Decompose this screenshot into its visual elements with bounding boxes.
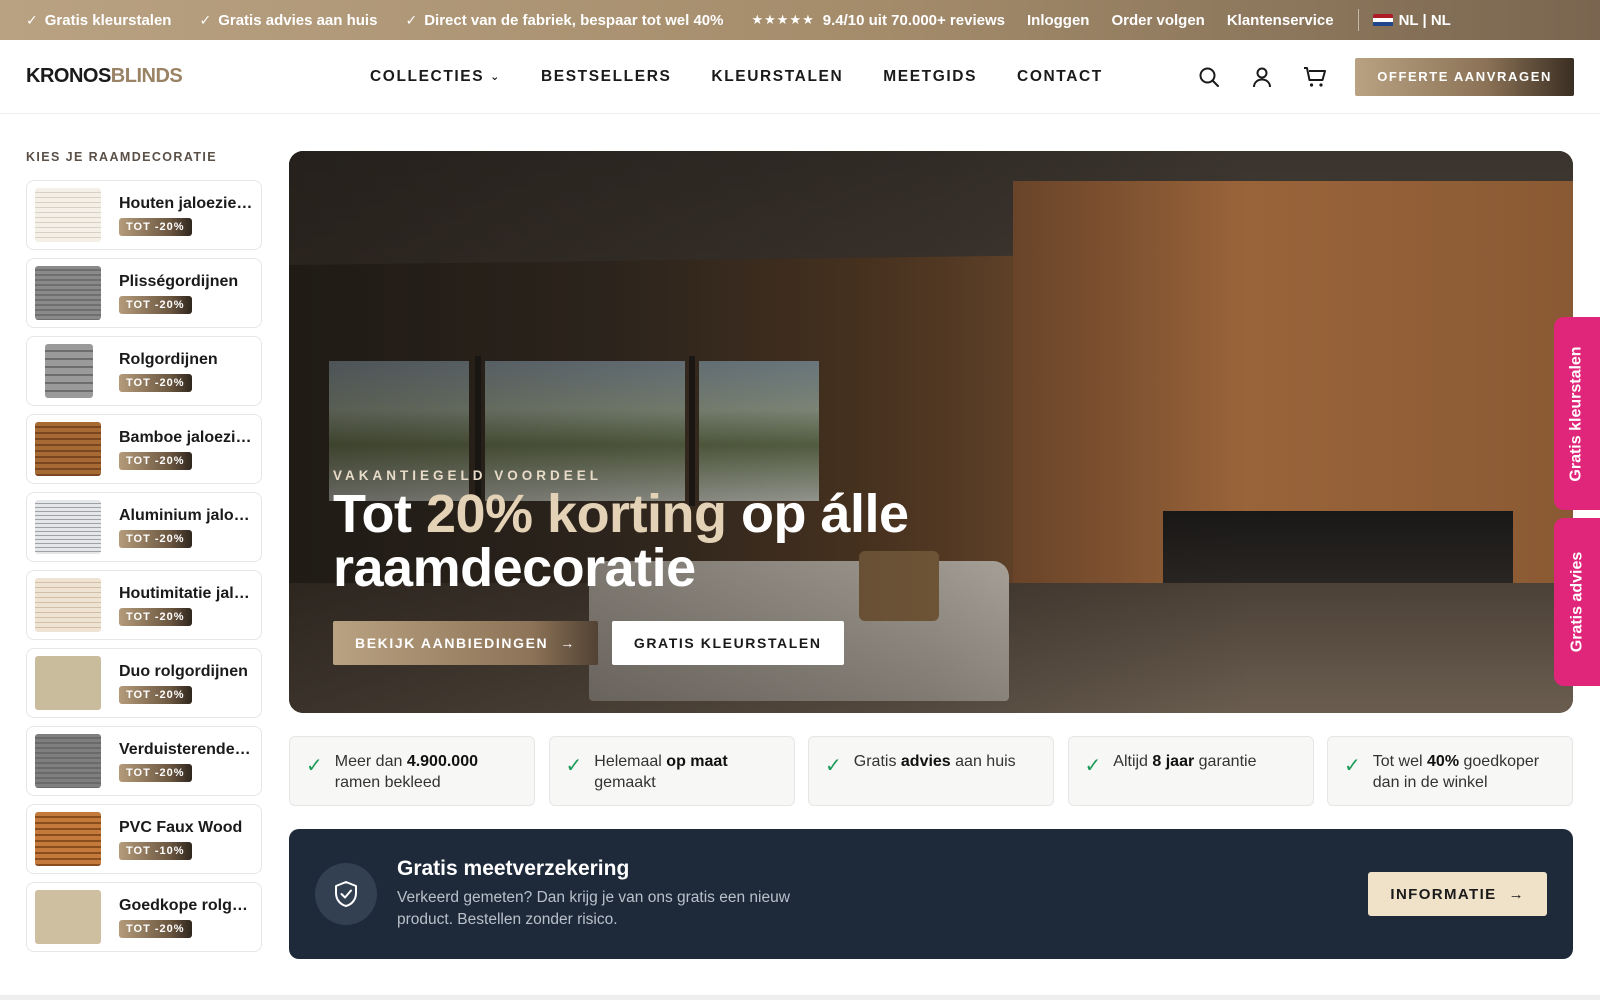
measure-title: Gratis meetverzekering [397, 857, 630, 880]
sidebar-item-houten-jaloezieen[interactable]: Houten jaloezieën TOT -20% [26, 180, 262, 250]
check-icon: ✓ [1344, 755, 1361, 777]
check-icon: ✓ [565, 755, 583, 777]
stars-icon: ★★★★★ [751, 12, 815, 27]
discount-badge: TOT -10% [119, 841, 192, 860]
language-label: NL | NL [1398, 11, 1451, 29]
hero-buttons: BEKIJK AANBIEDINGEN → GRATIS KLEURSTALEN [333, 621, 1053, 665]
discount-badge: TOT -20% [119, 919, 192, 938]
announcement-bar: ✓ Gratis kleurstalen ✓ Gratis advies aan h… [0, 0, 1600, 40]
product-thumbnail [35, 734, 101, 788]
logo[interactable]: KRONOSBLINDS [26, 65, 316, 88]
measure-description: Verkeerd gemeten? Dan krijg je van ons g… [397, 889, 790, 928]
shield-check-icon [315, 863, 377, 925]
check-icon: ✓ [405, 11, 418, 28]
product-thumbnail [35, 188, 101, 242]
hero-title: Tot 20% korting op álle raamdecoratie [333, 484, 909, 598]
arrow-right-icon: → [560, 635, 576, 651]
usp-card-advice: ✓ Gratis advies aan huis [808, 736, 1054, 806]
top-usp-factory: ✓ Direct van de fabriek, bespaar tot wel … [405, 11, 724, 29]
sidebar-item-houtimitatie-jaloezieen[interactable]: Houtimitatie jaloezieënTOT -20% [26, 570, 262, 640]
view-offers-button[interactable]: BEKIJK AANBIEDINGEN → [333, 621, 598, 665]
discount-badge: TOT -20% [119, 451, 192, 470]
top-usp-samples: ✓ Gratis kleurstalen [26, 11, 172, 29]
rating-text: 9.4/10 uit 70.000+ reviews [822, 11, 1005, 29]
discount-badge: TOT -20% [119, 763, 192, 782]
nl-flag-icon [1372, 13, 1393, 27]
sidebar-item-rolgordijnen[interactable]: Rolgordijnen TOT -20% [26, 336, 262, 406]
measure-insurance-banner: Gratis meetverzekering Verkeerd gemeten?… [289, 829, 1573, 959]
search-icon[interactable] [1196, 64, 1222, 90]
check-icon: ✓ [306, 755, 323, 777]
check-icon: ✓ [825, 755, 842, 777]
usp-card-cheaper: ✓ Tot wel 40% goedkoper dan in de winkel [1327, 736, 1573, 806]
hero-banner: VAKANTIEGELD VOORDEEL Tot 20% korting op… [289, 151, 1573, 713]
product-thumbnail [35, 890, 101, 944]
discount-badge: TOT -20% [119, 217, 192, 236]
top-usp-advice: ✓ Gratis advies aan huis [199, 11, 378, 29]
language-selector[interactable]: NL | NL [1372, 11, 1451, 29]
sidebar-item-aluminium-jaloezieen[interactable]: Aluminium jaloezieënTOT -20% [26, 492, 262, 562]
product-thumbnail [35, 812, 101, 866]
usp-card-warranty: ✓ Altijd 8 jaar garantie [1067, 736, 1314, 806]
nav-meetgids[interactable]: MEETGIDS [883, 68, 977, 86]
order-tracking-link[interactable]: Order volgen [1111, 12, 1204, 29]
sidebar-item-plissegordijnen[interactable]: Plisségordijnen TOT -20% [26, 258, 262, 328]
discount-badge: TOT -20% [119, 529, 192, 548]
nav-collecties[interactable]: COLLECTIES ⌄ [370, 68, 501, 86]
check-icon: ✓ [1084, 755, 1102, 777]
usp-card-windows: ✓ Meer dan 4.900.000 ramen bekleed [289, 736, 535, 806]
nav-contact[interactable]: CONTACT [1017, 68, 1103, 86]
sidebar-item-goedkope-rolgordijnen[interactable]: Goedkope rolgordijnenTOT -20% [26, 882, 262, 952]
hero-content: VAKANTIEGELD VOORDEEL Tot 20% korting op… [333, 468, 1053, 665]
category-sidebar: KIES JE RAAMDECORATIE Houten jaloezieën T… [26, 150, 262, 960]
login-link[interactable]: Inloggen [1027, 12, 1090, 29]
free-samples-tab[interactable]: Gratis kleurstalen [1554, 317, 1600, 510]
usp-row: ✓ Meer dan 4.900.000 ramen bekleed ✓ Helem… [289, 736, 1573, 806]
product-thumbnail [45, 344, 93, 398]
nav-kleurstalen[interactable]: KLEURSTALEN [711, 68, 843, 86]
product-thumbnail [35, 578, 101, 632]
discount-badge: TOT -20% [119, 607, 192, 626]
page-divider [0, 995, 1600, 1000]
discount-badge: TOT -20% [119, 295, 192, 314]
usp-card-custom: ✓ Helemaal op maat gemaakt [548, 736, 795, 806]
header-actions: OFFERTE AANVRAGEN [1196, 57, 1574, 96]
sidebar-item-pvc-faux-wood[interactable]: PVC Faux Wood TOT -10% [26, 804, 262, 874]
request-quote-button[interactable]: OFFERTE AANVRAGEN [1355, 57, 1574, 96]
sidebar-title: KIES JE RAAMDECORATIE [26, 150, 217, 164]
product-thumbnail [35, 656, 101, 710]
product-thumbnail [35, 422, 101, 476]
discount-badge: TOT -20% [119, 373, 192, 392]
check-icon: ✓ [199, 11, 212, 28]
chevron-down-icon: ⌄ [490, 71, 501, 83]
information-button[interactable]: INFORMATIE → [1368, 872, 1547, 916]
product-thumbnail [35, 266, 101, 320]
measure-text: Gratis meetverzekering Verkeerd gemeten?… [397, 857, 837, 931]
customer-service-link[interactable]: Klantenservice [1227, 12, 1334, 29]
reviews-rating[interactable]: ★★★★★ 9.4/10 uit 70.000+ reviews [751, 12, 1005, 29]
free-samples-button[interactable]: GRATIS KLEURSTALEN [611, 621, 844, 665]
main-nav: COLLECTIES ⌄ BESTSELLERS KLEURSTALEN MEET… [370, 68, 1143, 86]
site-header: KRONOSBLINDS COLLECTIES ⌄ BESTSELLERS KLE… [0, 40, 1600, 114]
free-advice-tab[interactable]: Gratis advies [1554, 518, 1600, 686]
user-icon[interactable] [1249, 64, 1275, 90]
sidebar-item-verduisterende-rolgordijnen[interactable]: Verduisterende rolgordijnenTOT -20% [26, 726, 262, 796]
product-thumbnail [35, 500, 101, 554]
nav-bestsellers[interactable]: BESTSELLERS [541, 68, 671, 86]
check-icon: ✓ [26, 11, 38, 28]
cart-icon[interactable] [1302, 64, 1328, 90]
discount-badge: TOT -20% [119, 685, 192, 704]
sidebar-item-bamboe-jaloezieen[interactable]: Bamboe jaloezieën TOT -20% [26, 414, 262, 484]
divider [1357, 9, 1359, 31]
sidebar-item-duo-rolgordijnen[interactable]: Duo rolgordijnen TOT -20% [26, 648, 262, 718]
hero-eyebrow: VAKANTIEGELD VOORDEEL [333, 468, 603, 483]
arrow-right-icon: → [1508, 885, 1525, 903]
